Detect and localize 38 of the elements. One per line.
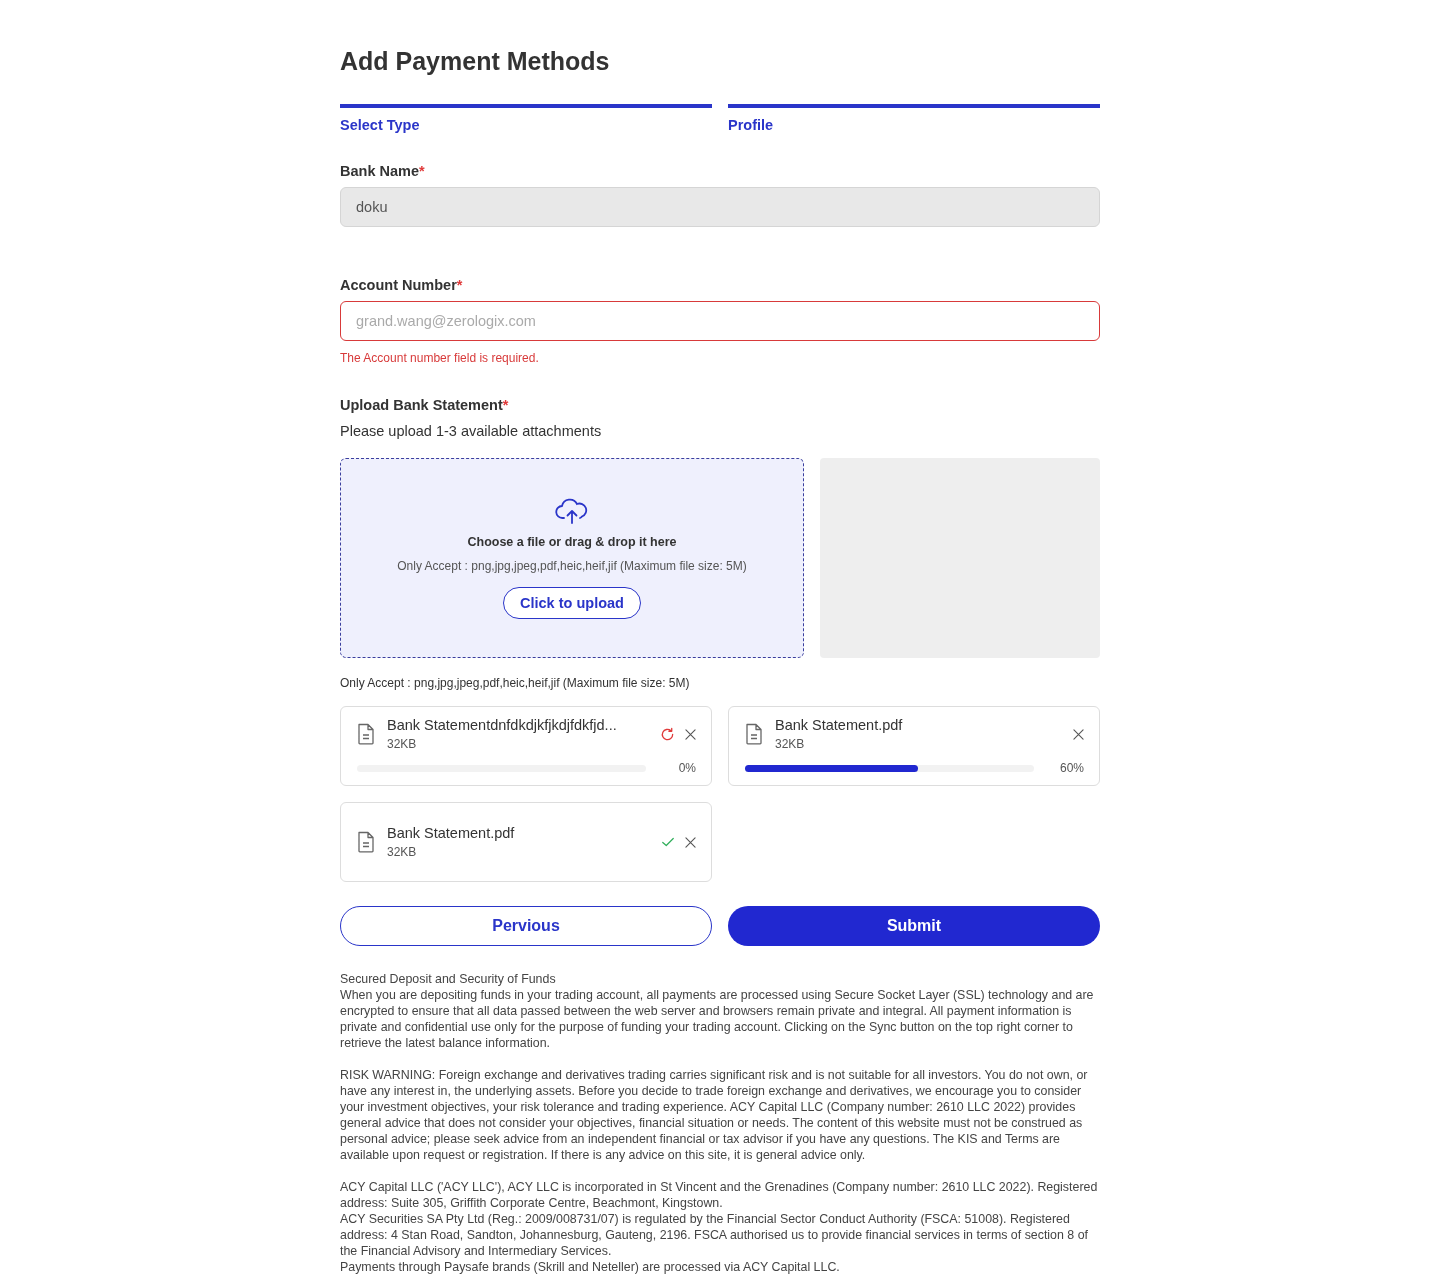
progress-percent: 0% (677, 761, 696, 775)
close-icon[interactable] (685, 728, 696, 740)
disclaimer-text: ACY Securities SA Pty Ltd (Reg.: 2009/008731/07) is regulated by the Financial Sector Conduct Authority (FSCA: 51008). Registered address: 4 Stan Road, Sandton, Johannesburg, Gauteng, 2196. FSCA authorised us to provide financial services in terms of section 8 of the Financial Advisory and Intermediary Services. (340, 1211, 1089, 1259)
document-icon (357, 723, 375, 745)
page-title: Add Payment Methods (340, 46, 611, 77)
close-icon[interactable] (685, 836, 696, 848)
disclaimer-text: Secured Deposit and Security of Funds (340, 971, 557, 987)
progress-percent: 60% (1058, 761, 1084, 775)
file-name: Bank Statement.pdf (387, 825, 516, 841)
disclaimer-text: RISK WARNING: Foreign exchange and derivatives trading carries significant risk and is not suitable for all investors. You do not own, or have any interest in, the underlying assets. Before you decide to trade foreign exchange and derivatives, we encourage you to consider your investment objectives, your risk tolerance and trading experience. ACY Capital LLC (Company number: 2610 LLC 2022) provides general advice that does not consider your objectives, financial situation or needs. The content of this website must not be construed as personal advice; please seek advice from an independent financial or tax advisor if you have any questions. The KIS and Terms are available upon request or registration. If there is any advice on this site, it is general advice only. (340, 1067, 1089, 1163)
file-size: 32KB (387, 845, 418, 859)
disclaimer-text: Payments through Paysafe brands (Skrill and Neteller) are processed via ACY Capital LLC. (340, 1259, 841, 1275)
cloud-upload-icon (555, 498, 589, 524)
document-icon (357, 831, 375, 853)
document-icon (745, 723, 763, 745)
drop-zone[interactable]: Choose a file or drag & drop it here Only Accept : png,jpg,jpeg,pdf,heic,heif,jif (Maximum file size: 5M) Click to upload (340, 458, 804, 658)
upload-hint: Please upload 1-3 available attachments (340, 423, 603, 439)
close-icon[interactable] (1073, 728, 1084, 740)
field-label: Account Number* (340, 277, 464, 293)
step-tab[interactable]: Select Type (340, 104, 712, 133)
drop-zone-title: Choose a file or drag & drop it here (467, 535, 677, 549)
file-name: Bank Statement.pdf (775, 717, 904, 733)
submit-button[interactable]: Submit (728, 906, 1100, 946)
account-number-field[interactable]: grand.wang@zerologix.com (340, 301, 1100, 341)
accepted-formats: Only Accept : png,jpg,jpeg,pdf,heic,heif,jif (Maximum file size: 5M) (340, 676, 691, 690)
file-size: 32KB (387, 737, 418, 751)
field-label: Bank Name* (340, 163, 426, 179)
disclaimer-text: When you are depositing funds in your trading account, all payments are processed using Secure Socket Layer (SSL) technology and are encrypted to ensure that all data passed between the web server and browsers remain private and integral. All payment information is private and confidential use only for the purpose of funding your trading account. Clicking on the Sync button on the top right corner to retrieve the latest balance information. (340, 987, 1095, 1051)
disclaimer-text: ACY Capital LLC ('ACY LLC'), ACY LLC is incorporated in St Vincent and the Grenadines (Company number: 2610 LLC 2022). Registered address: Suite 305, Griffith Corporate Centre, Beachmont, Kingstown. (340, 1179, 1099, 1211)
step-tab[interactable]: Profile (728, 104, 1100, 133)
upload-button[interactable]: Click to upload (503, 587, 641, 619)
accepted-formats: Only Accept : png,jpg,jpeg,pdf,heic,heif,jif (Maximum file size: 5M) (397, 559, 747, 573)
field-label: Upload Bank Statement* (340, 397, 510, 413)
retry-icon[interactable] (660, 726, 675, 742)
file-name: Bank Statementdnfdkdjkfjkdjfdkfjd... (387, 717, 618, 733)
error-message: The Account number field is required. (340, 351, 540, 365)
previous-button[interactable]: Pervious (340, 906, 712, 946)
file-size: 32KB (775, 737, 806, 751)
